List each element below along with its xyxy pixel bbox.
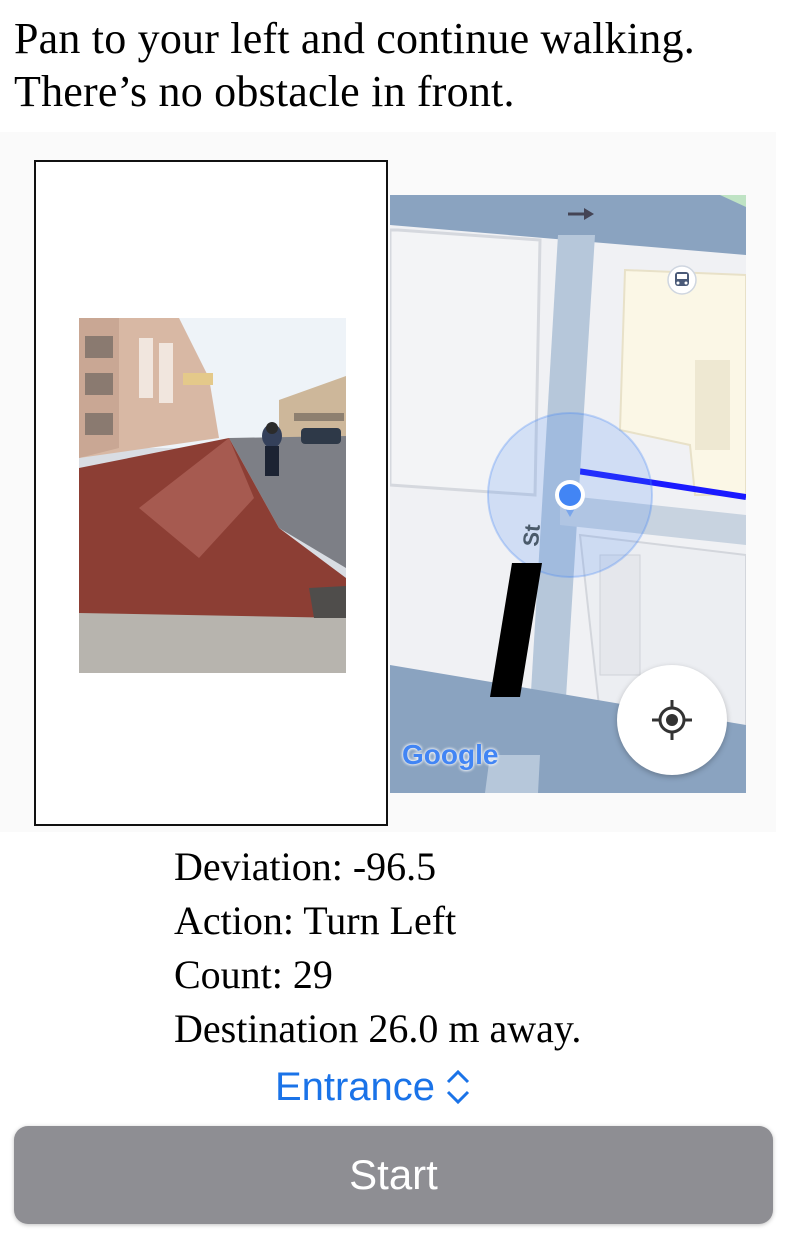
instruction-line-1: Pan to your left and continue walking. [14,14,695,63]
instruction-line-2: There’s no obstacle in front. [14,67,515,116]
picker-selected-value: Entrance [274,1064,436,1109]
bus-stop-icon[interactable] [667,265,697,295]
start-button-label: Start [349,1151,438,1198]
current-location-dot-icon [555,480,585,517]
street-label: St [518,523,545,548]
action-text: Action: Turn Left [174,898,457,943]
my-location-button[interactable] [617,665,727,775]
start-button[interactable]: Start [14,1126,773,1224]
chevron-up-down-icon [446,1069,470,1105]
destination-picker[interactable]: Entrance [243,1058,503,1116]
instruction-text: Pan to your left and continue walking. T… [14,12,784,118]
count-text: Count: 29 [174,952,333,997]
navigation-readout: Deviation: -96.5 Action: Turn Left Count… [174,840,581,1056]
my-location-icon [652,700,692,740]
camera-preview-image [79,318,346,673]
destination-text: Destination 26.0 m away. [174,1006,582,1051]
map-view[interactable]: St Google [390,195,746,793]
google-logo: Google [402,739,499,770]
deviation-text: Deviation: -96.5 [174,844,437,889]
one-way-arrow-icon [568,208,594,220]
